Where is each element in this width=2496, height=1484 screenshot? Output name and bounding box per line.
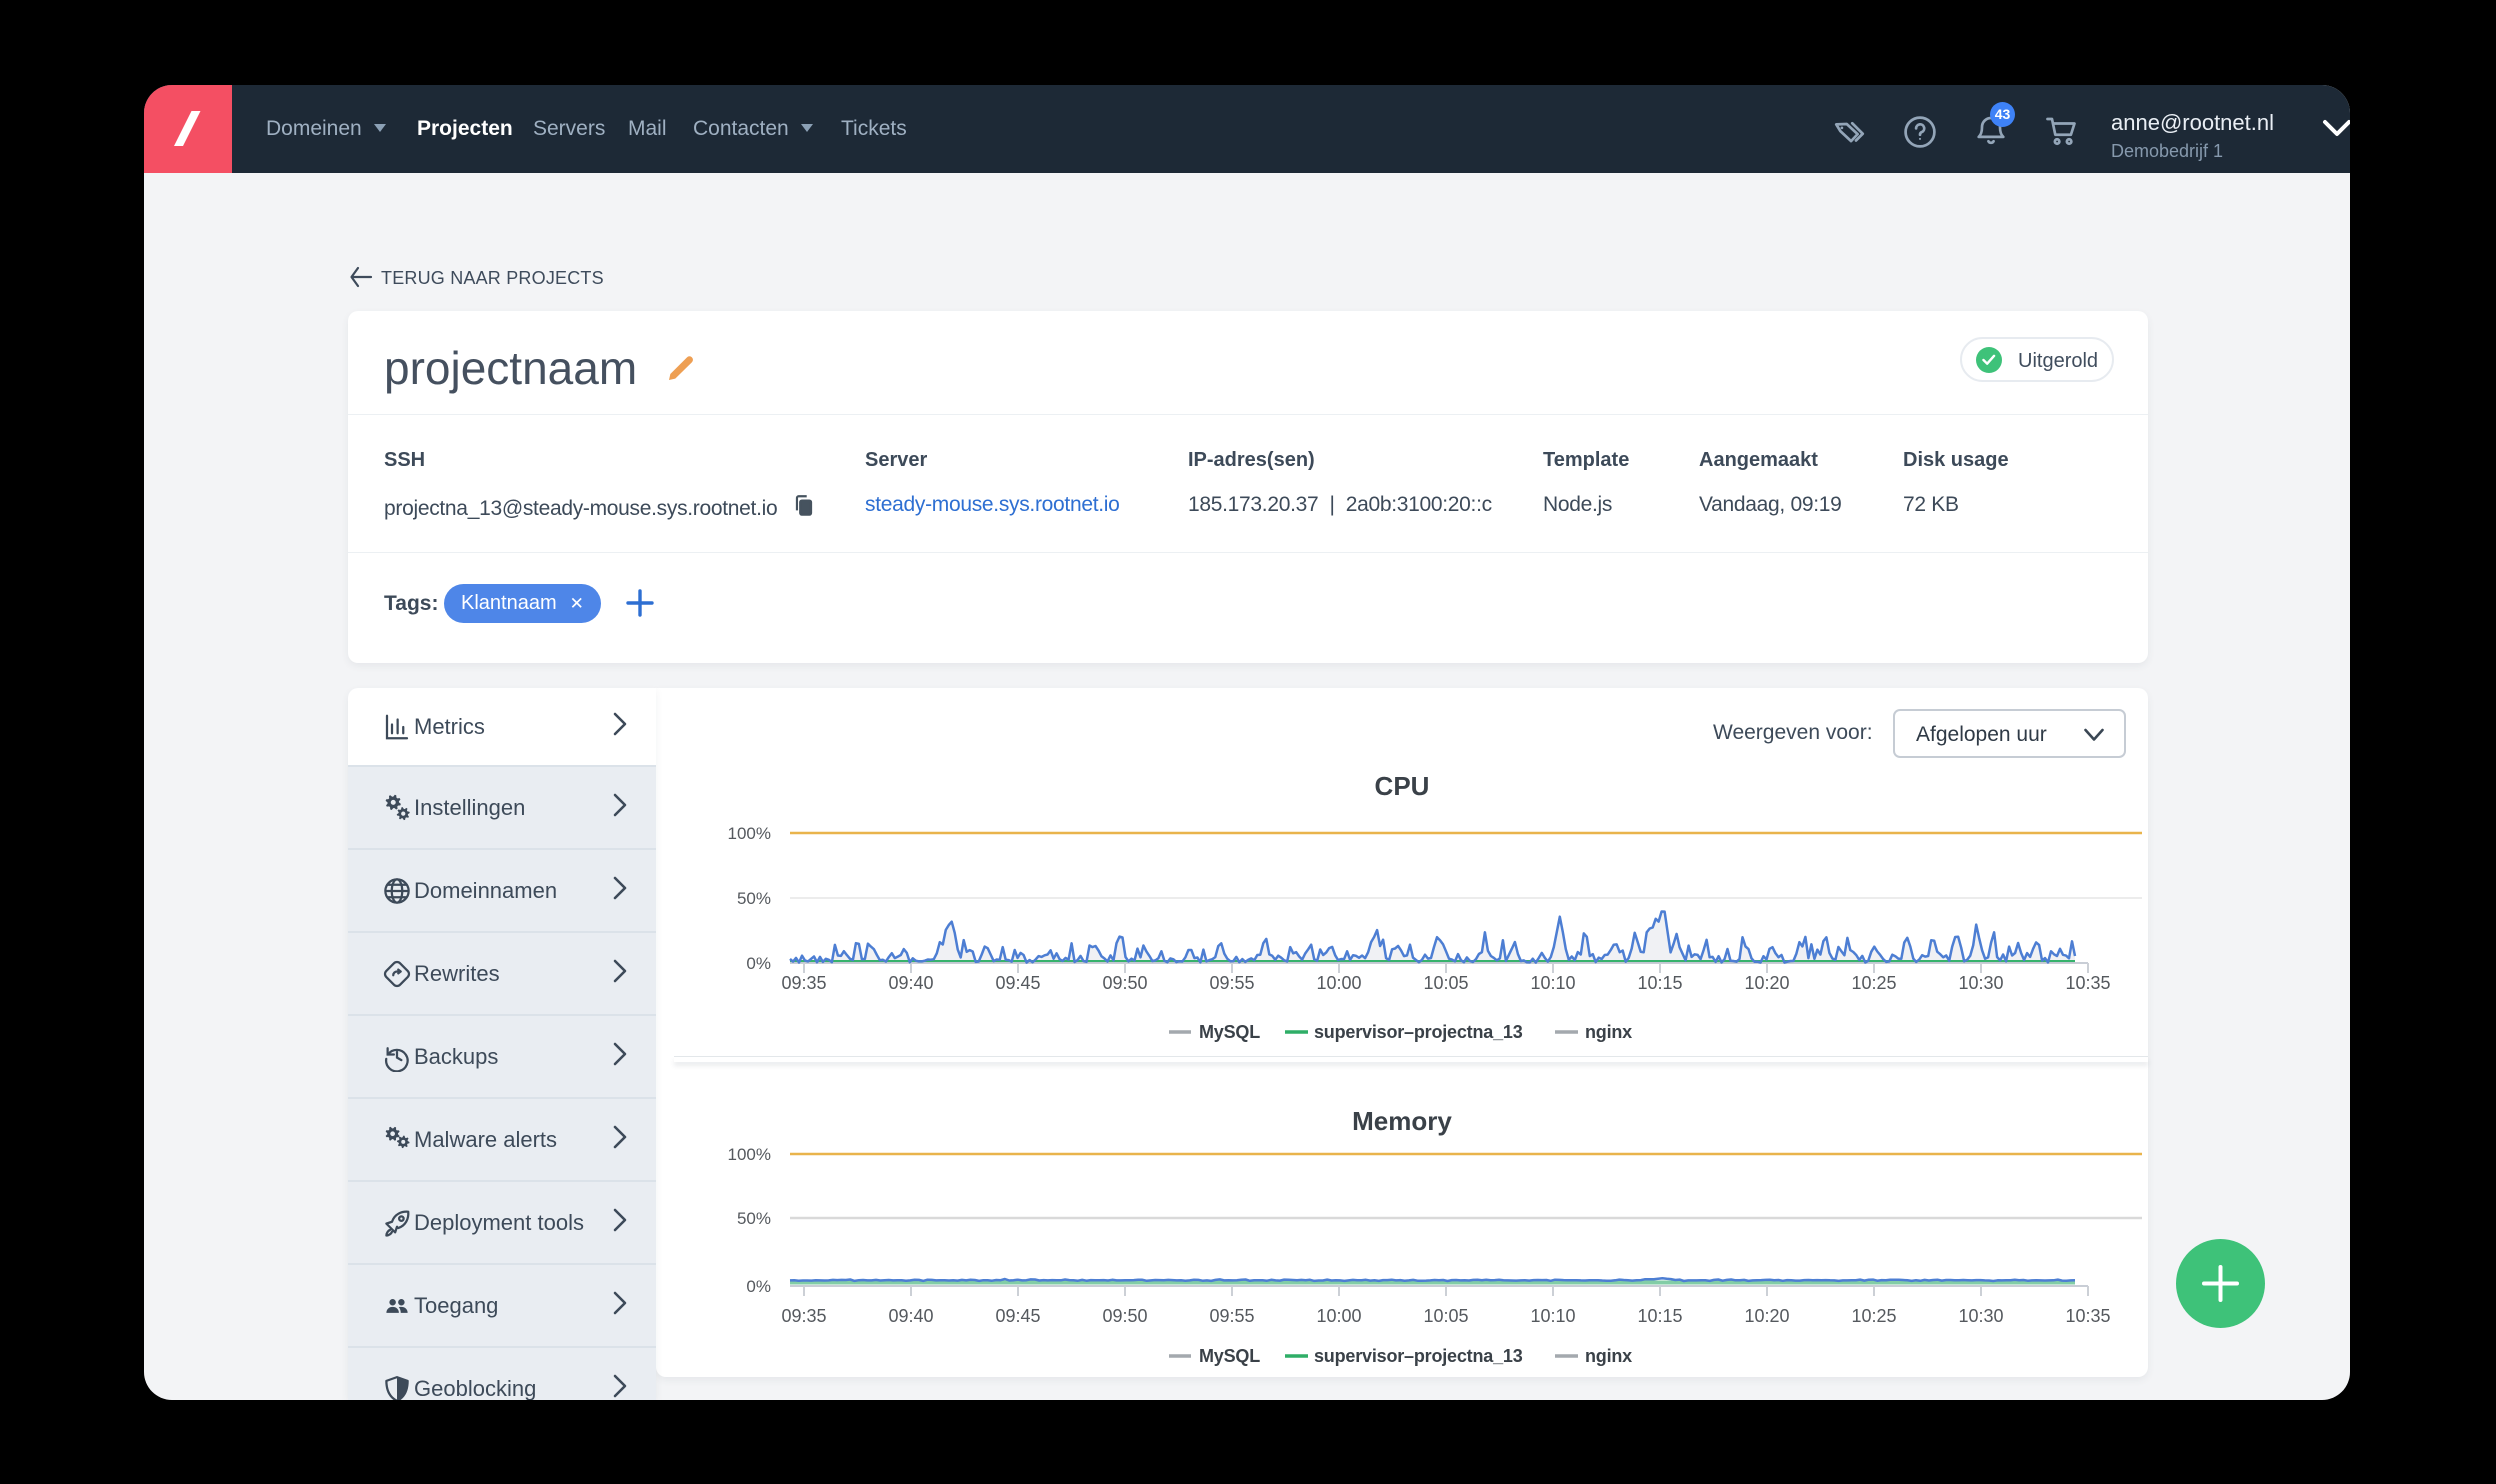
svg-text:50%: 50% xyxy=(737,1209,771,1228)
svg-text:10:35: 10:35 xyxy=(2065,973,2110,993)
svg-text:MySQL: MySQL xyxy=(1199,1346,1260,1366)
svg-text:supervisor–projectna_13: supervisor–projectna_13 xyxy=(1314,1022,1523,1042)
svg-text:09:50: 09:50 xyxy=(1102,1306,1147,1326)
svg-text:MySQL: MySQL xyxy=(1199,1022,1260,1042)
svg-text:0%: 0% xyxy=(746,1277,771,1296)
svg-text:09:45: 09:45 xyxy=(995,973,1040,993)
svg-text:10:20: 10:20 xyxy=(1744,1306,1789,1326)
svg-text:10:05: 10:05 xyxy=(1423,1306,1468,1326)
svg-text:09:40: 09:40 xyxy=(888,973,933,993)
svg-text:nginx: nginx xyxy=(1585,1022,1632,1042)
svg-text:09:35: 09:35 xyxy=(781,973,826,993)
svg-text:09:55: 09:55 xyxy=(1209,1306,1254,1326)
svg-text:10:15: 10:15 xyxy=(1637,973,1682,993)
svg-text:10:10: 10:10 xyxy=(1530,973,1575,993)
svg-text:10:10: 10:10 xyxy=(1530,1306,1575,1326)
svg-text:10:00: 10:00 xyxy=(1316,1306,1361,1326)
svg-text:10:25: 10:25 xyxy=(1851,973,1896,993)
svg-text:10:05: 10:05 xyxy=(1423,973,1468,993)
svg-text:10:15: 10:15 xyxy=(1637,1306,1682,1326)
svg-text:09:55: 09:55 xyxy=(1209,973,1254,993)
svg-text:10:35: 10:35 xyxy=(2065,1306,2110,1326)
svg-text:09:35: 09:35 xyxy=(781,1306,826,1326)
svg-text:09:50: 09:50 xyxy=(1102,973,1147,993)
svg-text:10:20: 10:20 xyxy=(1744,973,1789,993)
svg-text:100%: 100% xyxy=(728,824,771,843)
svg-text:09:45: 09:45 xyxy=(995,1306,1040,1326)
svg-text:0%: 0% xyxy=(746,954,771,973)
svg-text:100%: 100% xyxy=(728,1145,771,1164)
svg-text:10:30: 10:30 xyxy=(1958,1306,2003,1326)
svg-text:09:40: 09:40 xyxy=(888,1306,933,1326)
svg-text:10:25: 10:25 xyxy=(1851,1306,1896,1326)
svg-text:10:30: 10:30 xyxy=(1958,973,2003,993)
svg-text:50%: 50% xyxy=(737,889,771,908)
svg-text:nginx: nginx xyxy=(1585,1346,1632,1366)
svg-text:supervisor–projectna_13: supervisor–projectna_13 xyxy=(1314,1346,1523,1366)
svg-text:10:00: 10:00 xyxy=(1316,973,1361,993)
